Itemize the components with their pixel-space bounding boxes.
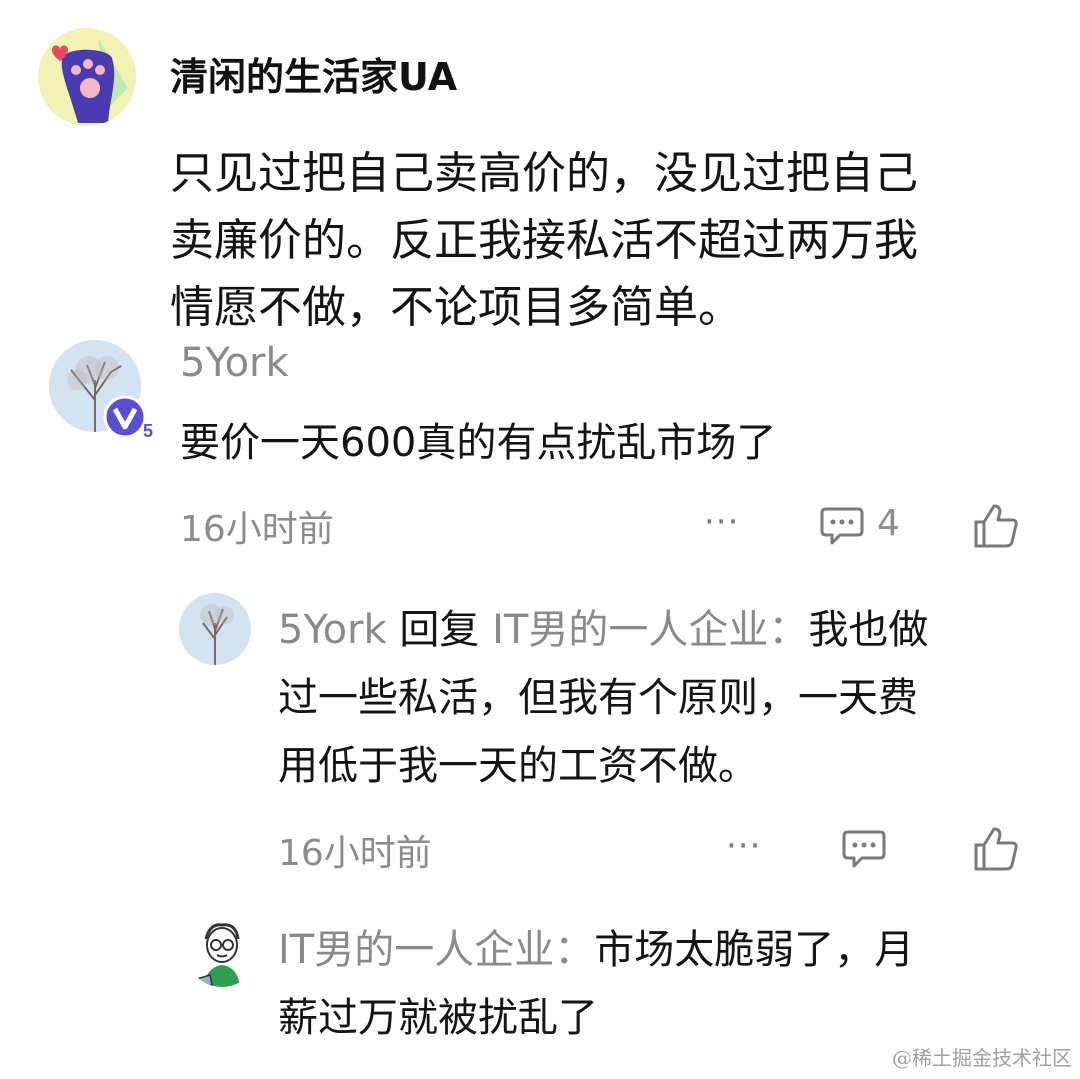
thumbs-up-icon[interactable] (972, 502, 1020, 548)
vip-level: 5 (143, 421, 153, 439)
main-username[interactable]: 清闲的生活家UA (170, 46, 457, 101)
vip-badge-icon: 5 (103, 395, 153, 439)
comment-icon[interactable] (842, 828, 886, 868)
thumbs-up-icon[interactable] (972, 825, 1020, 871)
reply2-line: 过一些私活，但我有个原则，一天费 (278, 675, 918, 721)
reply-word: 回复 (386, 607, 493, 653)
more-dots-icon[interactable]: ··· (704, 502, 739, 542)
more-dots-icon[interactable]: ··· (726, 826, 761, 866)
paw-avatar-icon (38, 28, 136, 126)
avatar-it-man[interactable] (186, 915, 258, 987)
main-comment-line: 情愿不做，不论项目多简单。 (170, 282, 742, 333)
main-comment-text: 只见过把自己卖高价的，没见过把自己 卖廉价的。反正我接私活不超过两万我 情愿不做… (170, 140, 1010, 341)
watermark: @稀土掘金技术社区 (892, 1046, 1072, 1070)
reply2-time: 16小时前 (278, 833, 432, 874)
reply3-username[interactable]: IT男的一人企业： (278, 927, 594, 973)
reply2-text-start: 我也做 (808, 607, 929, 653)
avatar-ua[interactable] (38, 28, 136, 126)
reply2-line: 用低于我一天的工资不做。 (278, 743, 758, 789)
reply2-content: 5York 回复 IT男的一人企业：我也做 过一些私活，但我有个原则，一天费 用… (278, 596, 1018, 800)
main-comment-line: 只见过把自己卖高价的，没见过把自己 (170, 148, 918, 199)
tree-avatar-icon (179, 593, 251, 665)
avatar-5york-small[interactable] (179, 593, 251, 665)
reply1-time: 16小时前 (180, 509, 334, 550)
comment-icon[interactable] (820, 505, 864, 545)
reply3-content: IT男的一人企业：市场太脆弱了，月 薪过万就被扰乱了 (278, 916, 1018, 1052)
comment-count: 4 (877, 503, 900, 544)
reply3-text-start: 市场太脆弱了，月 (594, 927, 915, 973)
main-comment-line: 卖廉价的。反正我接私活不超过两万我 (170, 215, 918, 266)
reply1-username[interactable]: 5York (180, 340, 289, 386)
reply2-username[interactable]: 5York (278, 607, 387, 653)
cartoon-man-avatar-icon (186, 915, 258, 987)
reply1-text: 要价一天600真的有点扰乱市场了 (180, 420, 777, 466)
reply2-target[interactable]: IT男的一人企业： (492, 607, 808, 653)
